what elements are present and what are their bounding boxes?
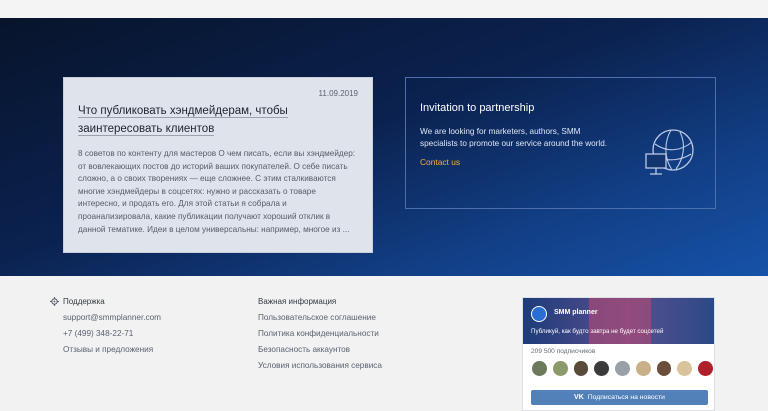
support-phone-link[interactable]: +7 (499) 348-22-71 xyxy=(50,329,161,338)
info-column: Важная информация Пользовательское согла… xyxy=(258,297,382,370)
vk-banner[interactable]: SMM planner Публикуй, как будто завтра н… xyxy=(523,298,714,344)
account-security-link[interactable]: Безопасность аккаунтов xyxy=(258,345,382,354)
vk-community-description: Публикуй, как будто завтра не будет соцс… xyxy=(531,328,664,335)
article-card[interactable]: 11.09.2019 Что публиковать хэндмейдерам,… xyxy=(63,77,373,253)
article-title[interactable]: Что публиковать хэндмейдерам, чтобы заин… xyxy=(78,102,308,138)
support-heading-label: Поддержка xyxy=(63,297,105,306)
vk-subscribe-button[interactable]: VK Подписаться на новости xyxy=(531,390,708,405)
partnership-text: We are looking for marketers, authors, S… xyxy=(420,127,608,148)
avatar[interactable] xyxy=(676,360,694,377)
avatar[interactable] xyxy=(614,360,631,377)
article-excerpt: 8 советов по контенту для мастеров О чем… xyxy=(78,149,356,234)
partnership-title: Invitation to partnership xyxy=(420,102,535,114)
support-column: Поддержка support@smmplanner.com +7 (499… xyxy=(50,297,161,354)
avatar[interactable] xyxy=(697,360,715,377)
avatar[interactable] xyxy=(572,360,590,377)
terms-of-service-link[interactable]: Условия использования сервиса xyxy=(258,361,382,370)
vk-logo-icon: VK xyxy=(574,394,584,401)
info-heading: Важная информация xyxy=(258,297,337,306)
vk-banner-cover xyxy=(589,298,651,344)
support-heading: Поддержка xyxy=(50,297,161,306)
vk-community-widget: SMM planner Публикуй, как будто завтра н… xyxy=(522,297,715,411)
user-agreement-link[interactable]: Пользовательское соглашение xyxy=(258,313,382,322)
article-date: 11.09.2019 xyxy=(318,89,358,98)
privacy-policy-link[interactable]: Политика конфиденциальности xyxy=(258,329,382,338)
vk-subscribe-label: Подписаться на новости xyxy=(587,394,665,401)
avatar[interactable] xyxy=(634,360,652,377)
gear-icon xyxy=(50,297,59,306)
globe-monitor-icon xyxy=(645,129,694,175)
vk-community-logo[interactable] xyxy=(531,306,547,322)
avatar[interactable] xyxy=(593,360,611,377)
top-bar xyxy=(0,0,768,18)
avatar[interactable] xyxy=(655,360,673,377)
partnership-card: Invitation to partnership We are looking… xyxy=(405,77,716,209)
article-title-link[interactable]: Что публиковать хэндмейдерам, чтобы заин… xyxy=(78,105,288,136)
support-email-link[interactable]: support@smmplanner.com xyxy=(50,313,161,322)
hero-section: 11.09.2019 Что публиковать хэндмейдерам,… xyxy=(0,18,768,276)
vk-community-name[interactable]: SMM planner xyxy=(554,309,598,316)
vk-subscriber-avatars xyxy=(531,360,715,377)
avatar[interactable] xyxy=(531,360,548,377)
vk-subscriber-count: 209 500 подписчиков xyxy=(531,348,596,355)
contact-us-link[interactable]: Contact us xyxy=(420,157,460,167)
avatar[interactable] xyxy=(551,360,569,377)
feedback-link[interactable]: Отзывы и предложения xyxy=(50,345,161,354)
